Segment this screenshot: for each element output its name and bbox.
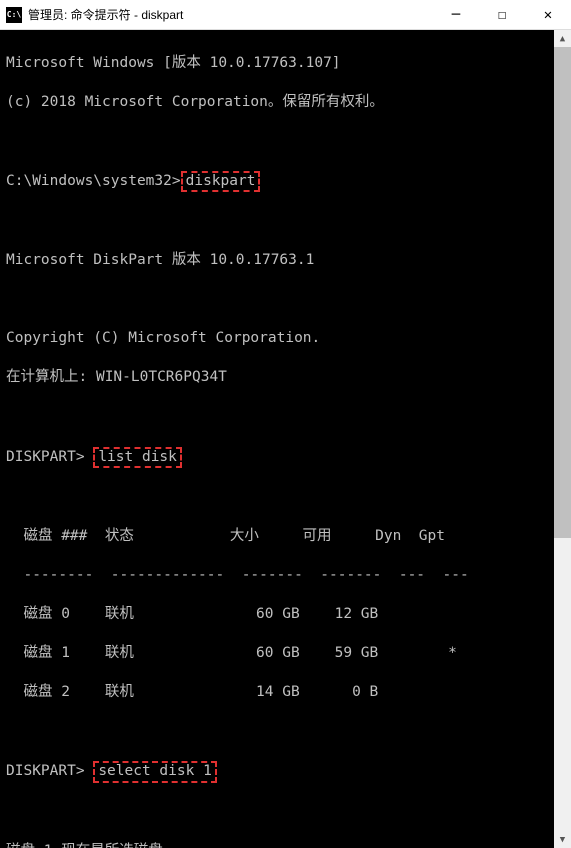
table-divider: -------- ------------- ------- ------- -… <box>6 566 565 586</box>
vertical-scrollbar[interactable]: ▲ ▼ <box>554 30 571 848</box>
table-row: 磁盘 2 联机 14 GB 0 B <box>6 683 565 703</box>
prompt-line: DISKPART> select disk 1 <box>6 761 565 782</box>
scrollbar-thumb[interactable] <box>554 47 571 538</box>
terminal-output[interactable]: Microsoft Windows [版本 10.0.17763.107] (c… <box>0 30 571 848</box>
prompt-line: C:\Windows\system32>diskpart <box>6 171 565 192</box>
maximize-button[interactable]: ☐ <box>479 0 525 30</box>
computer-name: 在计算机上: WIN-L0TCR6PQ34T <box>6 368 565 388</box>
cmd-list-disk: list disk <box>93 447 182 468</box>
table-header: 磁盘 ### 状态 大小 可用 Dyn Gpt <box>6 527 565 547</box>
diskpart-version: Microsoft DiskPart 版本 10.0.17763.1 <box>6 251 565 271</box>
close-button[interactable]: ✕ <box>525 0 571 30</box>
table-row: 磁盘 0 联机 60 GB 12 GB <box>6 605 565 625</box>
app-icon: C:\ <box>6 7 22 23</box>
table-row: 磁盘 1 联机 60 GB 59 GB * <box>6 644 565 664</box>
cmd-select-disk: select disk 1 <box>93 761 217 782</box>
copyright-line: (c) 2018 Microsoft Corporation。保留所有权利。 <box>6 93 565 113</box>
window-title: 管理员: 命令提示符 - diskpart <box>28 6 433 23</box>
window-controls: ─ ☐ ✕ <box>433 0 571 30</box>
minimize-button[interactable]: ─ <box>433 0 479 30</box>
scrollbar-down-arrow[interactable]: ▼ <box>554 831 571 848</box>
cmd-diskpart: diskpart <box>181 171 261 192</box>
command-prompt-window: C:\ 管理员: 命令提示符 - diskpart ─ ☐ ✕ Microsof… <box>0 0 571 848</box>
scrollbar-up-arrow[interactable]: ▲ <box>554 30 571 47</box>
diskpart-copyright: Copyright (C) Microsoft Corporation. <box>6 329 565 349</box>
version-line: Microsoft Windows [版本 10.0.17763.107] <box>6 54 565 74</box>
titlebar[interactable]: C:\ 管理员: 命令提示符 - diskpart ─ ☐ ✕ <box>0 0 571 30</box>
result-line: 磁盘 1 现在是所选磁盘。 <box>6 842 565 848</box>
prompt-line: DISKPART> list disk <box>6 447 565 468</box>
